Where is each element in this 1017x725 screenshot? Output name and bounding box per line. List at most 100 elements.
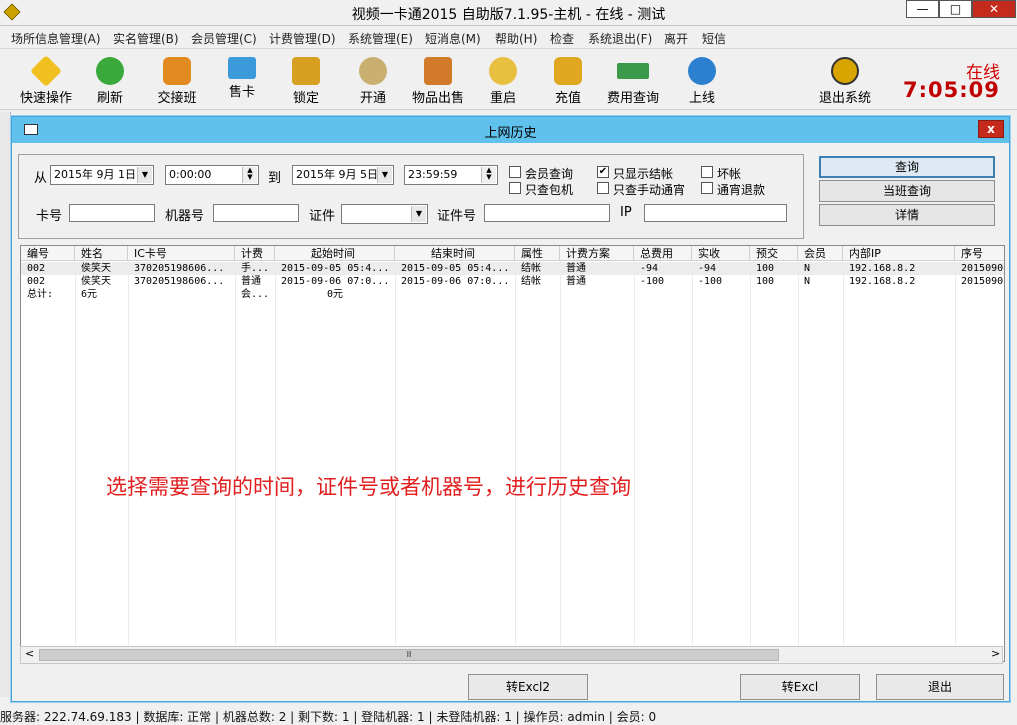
col-header-ic-card[interactable]: IC卡号 [128, 246, 235, 261]
lock-button[interactable]: 锁定 [284, 51, 328, 109]
details-button[interactable]: 详情 [819, 204, 995, 226]
key-icon [359, 57, 387, 85]
restart-button[interactable]: 重启 [481, 51, 525, 109]
handover-button[interactable]: 交接班 [150, 51, 204, 109]
col-header-plan[interactable]: 计费方案 [560, 246, 634, 261]
col-header-member[interactable]: 会员 [798, 246, 843, 261]
package-only-label: 只查包机 [525, 183, 574, 197]
instruction-annotation: 选择需要查询的时间，证件号或者机器号，进行历史查询 [106, 475, 631, 499]
money-icon [617, 63, 649, 79]
status-bar: 服务器: 222.74.69.183 | 数据库: 正常 | 机器总数: 2 |… [0, 710, 1017, 725]
col-header-received[interactable]: 实收 [692, 246, 750, 261]
col-header-id[interactable]: 编号 [21, 246, 75, 261]
spin-arrows-icon[interactable]: ▲ ▼ [481, 167, 496, 183]
scroll-right-icon[interactable]: > [991, 647, 1000, 660]
col-header-prepaid[interactable]: 预交 [750, 246, 798, 261]
export-excel-button[interactable]: 转Excl [740, 674, 860, 700]
col-header-total[interactable]: 总费用 [634, 246, 692, 261]
col-header-start-time[interactable]: 起始时间 [275, 246, 395, 261]
id-no-input[interactable] [484, 204, 610, 222]
recharge-button[interactable]: 充值 [546, 51, 590, 109]
horizontal-scrollbar[interactable]: < Ⅲ > [20, 646, 1003, 664]
maximize-button[interactable]: □ [939, 0, 972, 18]
card-icon [228, 57, 256, 79]
shift-query-button[interactable]: 当班查询 [819, 180, 995, 202]
col-header-internal-ip[interactable]: 内部IP [843, 246, 955, 261]
background-window-edge [0, 112, 11, 697]
clock: 7:05:09 [903, 78, 1000, 102]
menu-realname[interactable]: 实名管理(B) [113, 30, 179, 47]
col-header-billing[interactable]: 计费 [235, 246, 275, 261]
col-header-seq[interactable]: 序号 [955, 246, 1004, 261]
col-header-attribute[interactable]: 属性 [515, 246, 560, 261]
close-button[interactable]: ✕ [972, 0, 1016, 18]
query-button[interactable]: 查询 [819, 156, 995, 178]
menu-help[interactable]: 帮助(H) [495, 30, 537, 47]
fee-query-button[interactable]: 费用查询 [600, 51, 666, 109]
bad-debt-label: 坏帐 [717, 167, 742, 181]
scroll-thumb[interactable]: Ⅲ [39, 649, 779, 661]
manual-overnight-label: 只查手动通宵 [613, 183, 686, 197]
refresh-icon [96, 57, 124, 85]
overnight-refund-label: 通宵退款 [717, 183, 766, 197]
machine-no-input[interactable] [213, 204, 299, 222]
refresh-button[interactable]: 刷新 [88, 51, 132, 109]
export-excel2-button[interactable]: 转Excl2 [468, 674, 588, 700]
machine-no-label: 机器号 [165, 209, 205, 224]
menu-check[interactable]: 检查 [550, 30, 574, 47]
spin-arrows-icon[interactable]: ▲ ▼ [242, 167, 257, 183]
to-time-input[interactable]: 23:59:59 ▲ ▼ [404, 165, 498, 185]
minimize-button[interactable]: — [906, 0, 939, 18]
from-date-picker[interactable]: 2015年 9月 1日 ▼ [50, 165, 154, 185]
exit-system-button[interactable]: 退出系统 [812, 51, 878, 109]
quick-op-button[interactable]: 快速操作 [14, 51, 78, 109]
star-icon [30, 55, 62, 87]
table-row[interactable]: 002 侯笑天 370205198606... 手... 2015-09-05 … [21, 262, 1004, 275]
col-header-end-time[interactable]: 结束时间 [395, 246, 515, 261]
dialog-title-bar: 上网历史 x [12, 117, 1009, 143]
scroll-left-icon[interactable]: < [25, 647, 34, 660]
menu-exit-system[interactable]: 系统退出(F) [588, 30, 652, 47]
overnight-refund-checkbox[interactable] [701, 182, 713, 194]
package-only-checkbox[interactable] [509, 182, 521, 194]
from-time-input[interactable]: 0:00:00 ▲ ▼ [165, 165, 259, 185]
id-type-label: 证件 [309, 209, 336, 224]
restart-icon [489, 57, 517, 85]
ip-input[interactable] [644, 204, 787, 222]
dialog-title: 上网历史 [484, 126, 537, 141]
goods-sale-button[interactable]: 物品出售 [405, 51, 471, 109]
card-no-input[interactable] [69, 204, 155, 222]
col-header-name[interactable]: 姓名 [75, 246, 128, 261]
menu-billing[interactable]: 计费管理(D) [269, 30, 336, 47]
online-button[interactable]: 上线 [680, 51, 724, 109]
menu-sms[interactable]: 短信 [702, 30, 726, 47]
to-date-picker[interactable]: 2015年 9月 5日 ▼ [292, 165, 394, 185]
window-title: 视频一卡通2015 自助版7.1.95-主机 - 在线 - 测试 [351, 7, 666, 23]
table-header: 编号 姓名 IC卡号 计费 起始时间 结束时间 属性 计费方案 总费用 实收 预… [21, 246, 1004, 261]
menu-messages[interactable]: 短消息(M) [425, 30, 481, 47]
dialog-close-button[interactable]: x [978, 120, 1004, 138]
exit-button[interactable]: 退出 [876, 674, 1004, 700]
table-total-row: 总计: 6元 会... 0元 [27, 289, 344, 300]
settled-only-checkbox[interactable]: ✔ [597, 166, 609, 178]
globe-icon [688, 57, 716, 85]
id-type-select[interactable]: ▼ [341, 204, 428, 224]
to-label: 到 [268, 171, 282, 186]
history-table[interactable]: 编号 姓名 IC卡号 计费 起始时间 结束时间 属性 计费方案 总费用 实收 预… [20, 245, 1005, 662]
member-query-checkbox[interactable] [509, 166, 521, 178]
menu-system[interactable]: 系统管理(E) [348, 30, 413, 47]
title-bar: 视频一卡通2015 自助版7.1.95-主机 - 在线 - 测试 — □ ✕ [0, 0, 1017, 26]
settled-only-label: 只显示结帐 [613, 167, 674, 181]
sell-card-button[interactable]: 售卡 [220, 51, 264, 109]
filter-panel: 从 2015年 9月 1日 ▼ 0:00:00 ▲ ▼ 到 2015年 9月 5日… [18, 154, 804, 239]
table-row[interactable]: 002 侯笑天 370205198606... 普通 2015-09-06 07… [21, 275, 1004, 288]
handover-icon [163, 57, 191, 85]
open-button[interactable]: 开通 [351, 51, 395, 109]
goods-icon [424, 57, 452, 85]
bad-debt-checkbox[interactable] [701, 166, 713, 178]
menu-member[interactable]: 会员管理(C) [191, 30, 257, 47]
lock-icon [292, 57, 320, 85]
menu-leave[interactable]: 离开 [664, 30, 688, 47]
manual-overnight-checkbox[interactable] [597, 182, 609, 194]
menu-venue-info[interactable]: 场所信息管理(A) [11, 30, 101, 47]
